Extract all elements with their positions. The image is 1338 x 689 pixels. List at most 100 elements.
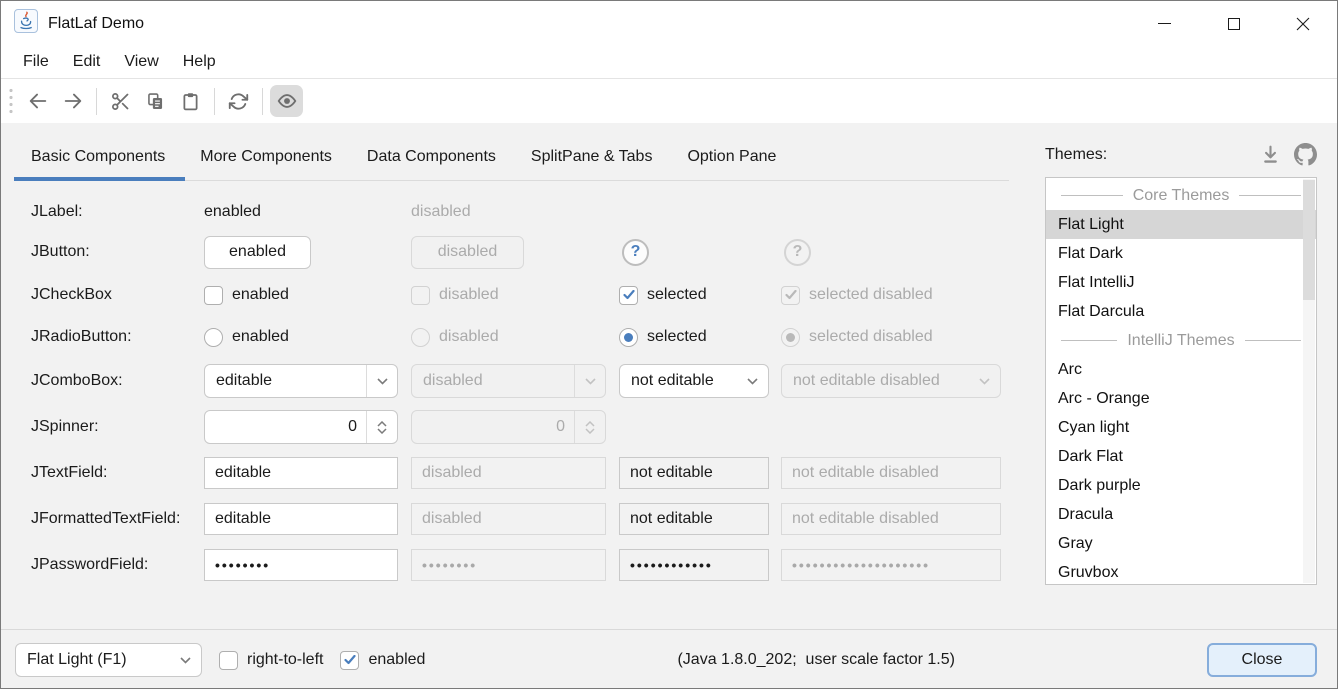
tab-splitpane-tabs[interactable]: SplitPane & Tabs (531, 146, 653, 181)
themes-group-separator: IntelliJ Themes (1046, 326, 1316, 355)
menu-edit[interactable]: Edit (61, 53, 113, 71)
theme-item-flat-dark[interactable]: Flat Dark (1046, 239, 1316, 268)
copy-button[interactable] (139, 85, 172, 117)
download-icon[interactable] (1260, 144, 1281, 165)
paste-button[interactable] (174, 85, 207, 117)
github-icon[interactable] (1294, 143, 1317, 166)
toolbar-separator (214, 88, 215, 115)
spinner-disabled: 0 (411, 410, 606, 444)
scrollbar-thumb[interactable] (1303, 180, 1315, 300)
app-window: FlatLaf Demo File Edit View Help (0, 0, 1338, 689)
jlabel-row: JLabel: enabled disabled (31, 194, 1045, 230)
maximize-icon (1228, 18, 1240, 30)
themes-scrollbar[interactable] (1303, 179, 1315, 583)
enabled-button[interactable]: enabled (204, 236, 311, 269)
jpasswordfield-row: JPasswordField: •••••••• •••••••• ••••••… (31, 542, 1045, 588)
formattedtextfield-editable[interactable]: editable (204, 503, 398, 535)
checkbox-box (411, 286, 430, 305)
combobox-not-editable[interactable]: not editable (619, 364, 769, 398)
jspinner-label: JSpinner: (31, 418, 204, 436)
bottom-bar: Flat Light (F1) right-to-left enabled (J… (1, 629, 1337, 689)
formattedtextfield-not-editable[interactable]: not editable (619, 503, 769, 535)
toolbar-separator (262, 88, 263, 115)
jradiobutton-label: JRadioButton: (31, 328, 204, 346)
toolbar-grip[interactable] (9, 87, 13, 115)
textfield-editable[interactable]: editable (204, 457, 398, 489)
theme-item-gray[interactable]: Gray (1046, 529, 1316, 558)
lookandfeel-combobox[interactable]: Flat Light (F1) (15, 643, 202, 677)
theme-item-flat-darcula[interactable]: Flat Darcula (1046, 297, 1316, 326)
forward-button[interactable] (56, 85, 89, 117)
cut-button[interactable] (104, 85, 137, 117)
theme-item-flat-light[interactable]: Flat Light (1046, 210, 1316, 239)
chevron-down-icon (747, 378, 758, 385)
radio-selected[interactable]: selected (619, 328, 781, 347)
toolbar-separator (96, 88, 97, 115)
toolbar (1, 79, 1337, 123)
chevron-up-icon[interactable] (377, 421, 387, 427)
chevron-down-icon (585, 378, 596, 385)
themes-list: Core Themes Flat Light Flat Dark Flat In… (1045, 177, 1317, 585)
theme-item-dark-flat[interactable]: Dark Flat (1046, 442, 1316, 471)
passwordfield-editable[interactable]: •••••••• (204, 549, 398, 581)
checkbox-box (340, 651, 359, 670)
show-toggle-button[interactable] (270, 85, 303, 117)
right-to-left-checkbox[interactable]: right-to-left (219, 651, 323, 670)
menu-file[interactable]: File (23, 53, 61, 71)
radio-enabled[interactable]: enabled (204, 328, 411, 347)
minimize-button[interactable] (1130, 1, 1199, 46)
themes-header: Themes: (1045, 143, 1317, 166)
help-button[interactable]: ? (622, 239, 649, 266)
tab-more-components[interactable]: More Components (200, 146, 332, 181)
chevron-down-icon (585, 428, 595, 434)
tab-data-components[interactable]: Data Components (367, 146, 496, 181)
radio-circle (411, 328, 430, 347)
theme-item-arc-orange[interactable]: Arc - Orange (1046, 384, 1316, 413)
chevron-down-icon (377, 378, 388, 385)
jbutton-row: JButton: enabled disabled ? ? (31, 230, 1045, 274)
close-icon (1296, 17, 1310, 31)
maximize-button[interactable] (1199, 1, 1268, 46)
themes-label: Themes: (1045, 146, 1107, 164)
radio-dot (624, 333, 633, 342)
chevron-down-icon (180, 657, 191, 664)
help-button-disabled: ? (784, 239, 811, 266)
tab-option-pane[interactable]: Option Pane (687, 146, 776, 181)
checkmark-icon (623, 290, 635, 300)
jcheckbox-row: JCheckBox enabled disabled selected sele… (31, 274, 1045, 316)
checkbox-box (204, 286, 223, 305)
theme-item-arc[interactable]: Arc (1046, 355, 1316, 384)
tab-basic-components[interactable]: Basic Components (31, 146, 165, 181)
checkmark-icon (785, 290, 797, 300)
passwordfield-not-editable[interactable]: •••••••••••• (619, 549, 769, 581)
theme-item-gruvbox[interactable]: Gruvbox (1046, 558, 1316, 585)
close-window-button[interactable] (1268, 1, 1337, 46)
theme-item-dracula[interactable]: Dracula (1046, 500, 1316, 529)
checkbox-selected-disabled: selected disabled (781, 286, 1011, 305)
checkbox-enabled[interactable]: enabled (204, 286, 411, 305)
close-button[interactable]: Close (1207, 643, 1317, 677)
refresh-icon (228, 91, 249, 112)
spinner-enabled[interactable]: 0 (204, 410, 398, 444)
theme-item-flat-intellij[interactable]: Flat IntelliJ (1046, 268, 1316, 297)
chevron-down-icon (979, 378, 990, 385)
textfield-not-editable[interactable]: not editable (619, 457, 769, 489)
chevron-down-icon[interactable] (377, 428, 387, 434)
menu-view[interactable]: View (112, 53, 170, 71)
refresh-button[interactable] (222, 85, 255, 117)
main-panel: Basic Components More Components Data Co… (1, 123, 1045, 629)
theme-item-cyan-light[interactable]: Cyan light (1046, 413, 1316, 442)
checkbox-box (219, 651, 238, 670)
tab-bar: Basic Components More Components Data Co… (31, 146, 1009, 181)
copy-icon (145, 91, 166, 112)
checkbox-selected[interactable]: selected (619, 286, 781, 305)
checkbox-box (781, 286, 800, 305)
menu-help[interactable]: Help (171, 53, 228, 71)
back-button[interactable] (21, 85, 54, 117)
enabled-checkbox[interactable]: enabled (340, 651, 425, 670)
jformattedtextfield-label: JFormattedTextField: (31, 510, 204, 528)
textfield-disabled: disabled (411, 457, 606, 489)
jspinner-row: JSpinner: 0 0 (31, 404, 1045, 450)
theme-item-dark-purple[interactable]: Dark purple (1046, 471, 1316, 500)
combobox-editable[interactable]: editable (204, 364, 398, 398)
